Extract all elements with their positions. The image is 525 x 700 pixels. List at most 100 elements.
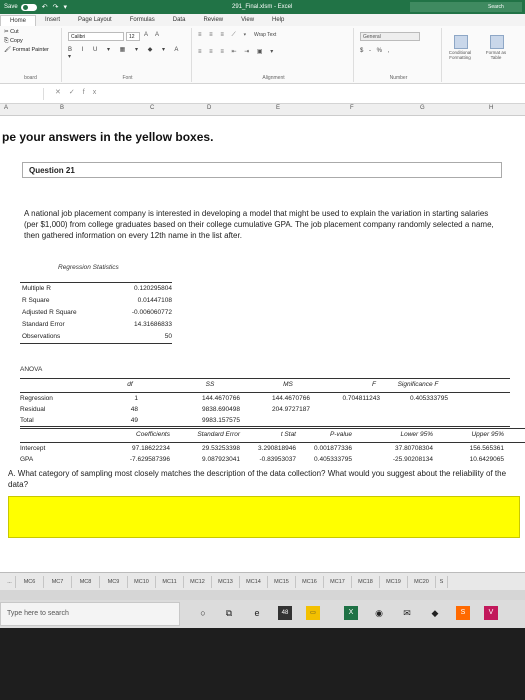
column-header-g[interactable]: G [420,105,425,111]
regression-statistics-title: Regression Statistics [58,264,119,271]
app-icon[interactable]: ◉ [372,606,386,620]
wrap-text-button[interactable]: Wrap Text [254,32,276,38]
autosave-toggle[interactable] [20,3,37,11]
mail-icon[interactable]: ✉ [400,606,414,620]
grow-shrink-font-icons[interactable]: A A [144,32,162,38]
tab-page-layout[interactable]: Page Layout [69,15,121,26]
format-as-table-button[interactable]: Format as Table [484,32,508,62]
column-header-c[interactable]: C [150,105,154,111]
autosave-label: Save [4,4,18,10]
worksheet-grid[interactable]: pe your answers in the yellow boxes. Que… [0,116,525,572]
sheet-tab-s[interactable]: S [436,575,448,588]
undo-icon[interactable]: ↶ [42,3,48,11]
taskbar-search-input[interactable]: Type here to search [0,602,180,626]
cancel-icon[interactable]: ✕ [55,89,69,96]
clipboard-group: ✂ Cut ⎘ Copy 🖌 Format Painter board [0,28,62,82]
tab-data[interactable]: Data [164,15,195,26]
copy-button[interactable]: ⎘ Copy [0,37,61,46]
cut-button[interactable]: ✂ Cut [0,28,61,37]
styles-group: Conditional Formatting Format as Table [444,28,525,82]
tab-home[interactable]: Home [0,15,37,26]
sheet-tab-mc8[interactable]: MC8 [72,575,100,588]
table-header-row: df SS MS F Significance F [20,379,510,393]
font-name-select[interactable]: Calibri [68,32,124,41]
table-row: Intercept 97.18622234 29.53253398 3.2908… [20,445,504,452]
formula-bar: ✕✓fx [0,84,525,104]
regression-statistics-table: Multiple R 0.120295804 R Square 0.01447108… [20,282,172,344]
answer-input-box[interactable] [8,496,520,538]
column-header-e[interactable]: E [276,105,280,111]
tab-view[interactable]: View [232,15,263,26]
sheet-tabs-bar: ... MC6 MC7 MC8 MC9 MC10 MC11 MC12 MC13 … [0,572,525,590]
tab-formulas[interactable]: Formulas [121,15,164,26]
file-explorer-icon[interactable]: ▭ [306,606,320,620]
window-title: 291_Final.xlsm - Excel [232,4,293,10]
column-header-a[interactable]: A [4,105,8,111]
ribbon: ✂ Cut ⎘ Copy 🖌 Format Painter board Cali… [0,26,525,84]
sheet-tab-mc15[interactable]: MC15 [268,575,296,588]
sheet-tab-mc12[interactable]: MC12 [184,575,212,588]
edge-icon[interactable]: e [250,606,264,620]
windows-taskbar: Type here to search ○ ⧉ e 48 ▭ X ◉ ✉ ◆ S… [0,600,525,628]
sheet-tab-mc20[interactable]: MC20 [408,575,436,588]
desktop-gap [0,590,525,600]
horizontal-align-icons[interactable]: ≡ ≡ ≡ ⇤ ⇥ ▣ ▾ [198,48,276,55]
conditional-formatting-button[interactable]: Conditional Formatting [448,32,472,62]
table-header-row: Coefficients Standard Error t Stat P-val… [20,429,525,443]
title-search-box[interactable]: Search [410,2,522,12]
table-row: Standard Error 14.31686833 [22,321,172,328]
tab-review[interactable]: Review [194,15,232,26]
sheet-tab-mc16[interactable]: MC16 [296,575,324,588]
font-group: Calibri 12 A A B I U ▾ ▦ ▾ ◆ ▾ A ▾ Font [64,28,192,82]
sheet-tab-mc18[interactable]: MC18 [352,575,380,588]
format-painter-button[interactable]: 🖌 Format Painter [0,46,61,55]
name-box[interactable] [0,88,44,100]
v-app-icon[interactable]: V [484,606,498,620]
sheet-tab-mc19[interactable]: MC19 [380,575,408,588]
excel-icon[interactable]: X [344,606,358,620]
table-row: Observations 50 [22,333,172,340]
redo-icon[interactable]: ↷ [53,3,59,11]
vertical-align-icons[interactable]: ≡ ≡ ≡ ⟋ ▾ [198,32,249,39]
brush-icon: 🖌 [4,47,13,53]
column-headers: A B C D E F G H [0,104,525,116]
s-app-icon[interactable]: S [456,606,470,620]
column-header-f[interactable]: F [350,105,354,111]
formula-buttons[interactable]: ✕✓fx [55,88,104,96]
sheet-tab-mc11[interactable]: MC11 [156,575,184,588]
sheet-tab-mc9[interactable]: MC9 [100,575,128,588]
table-row: Residual 48 9838.690498 204.9727187 [20,406,310,413]
table-row: GPA -7.629587396 9.087923041 -0.83953037… [20,456,504,463]
settings-app-icon[interactable]: ◆ [428,606,442,620]
insert-function-icon[interactable]: fx [83,89,104,96]
question-title: Question 21 [29,166,75,175]
question-prompt: A national job placement company is inte… [24,209,494,240]
number-format-select[interactable]: General [360,32,420,41]
column-header-b[interactable]: B [60,105,64,111]
cortana-icon[interactable]: ○ [196,606,210,620]
table-row: Regression 1 144.4670766 144.4670766 0.7… [20,395,448,402]
instructions-text: pe your answers in the yellow boxes. [2,130,214,144]
currency-percent-buttons[interactable]: $ - % , [360,48,391,54]
number-group-label: Number [389,75,408,81]
task-view-icon[interactable]: ⧉ [222,606,236,620]
sheet-tab-mc7[interactable]: MC7 [44,575,72,588]
tab-help[interactable]: Help [263,15,293,26]
title-bar: Save ↶ ↷ ▾ 291_Final.xlsm - Excel Search [0,0,525,14]
sheet-tab-more[interactable]: ... [4,575,16,588]
bold-italic-underline-buttons[interactable]: B I U ▾ ▦ ▾ ◆ ▾ A ▾ [68,46,191,60]
sheet-tab-mc10[interactable]: MC10 [128,575,156,588]
monitor-bezel [0,628,525,700]
sheet-tab-mc13[interactable]: MC13 [212,575,240,588]
customize-qat-icon[interactable]: ▾ [63,3,67,11]
table-row: R Square 0.01447108 [22,297,172,304]
column-header-h[interactable]: H [489,105,493,111]
sheet-tab-mc6[interactable]: MC6 [16,575,44,588]
sheet-tab-mc14[interactable]: MC14 [240,575,268,588]
font-size-select[interactable]: 12 [126,32,140,41]
tab-insert[interactable]: Insert [36,15,69,26]
sheet-tab-mc17[interactable]: MC17 [324,575,352,588]
store-badge-icon[interactable]: 48 [278,606,292,620]
column-header-d[interactable]: D [207,105,211,111]
enter-icon[interactable]: ✓ [69,89,83,96]
